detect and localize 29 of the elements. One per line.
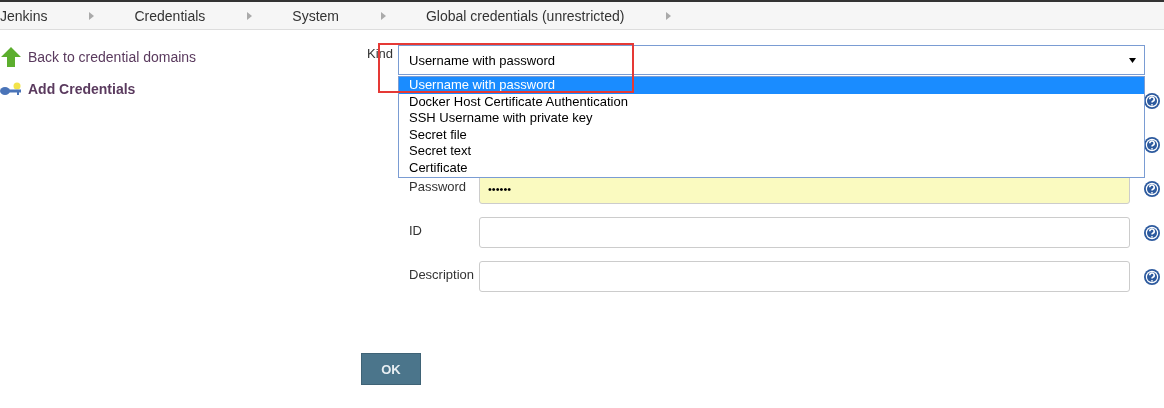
dropdown-option[interactable]: SSH Username with private key bbox=[399, 110, 1144, 127]
help-icon[interactable] bbox=[1143, 180, 1161, 198]
input-field[interactable] bbox=[479, 261, 1130, 292]
breadcrumb-link[interactable]: Jenkins bbox=[0, 7, 48, 24]
kind-dropdown[interactable]: Username with password bbox=[398, 45, 1145, 75]
dropdown-option[interactable]: Secret file bbox=[399, 126, 1144, 144]
ok-button[interactable]: OK bbox=[361, 353, 421, 385]
help-icon[interactable] bbox=[1143, 268, 1161, 286]
sidebar-link[interactable]: Back to credential domains bbox=[28, 49, 197, 65]
field-label: Description bbox=[409, 266, 476, 282]
chevron-icon[interactable] bbox=[247, 11, 253, 20]
dropdown-option[interactable]: Secret text bbox=[399, 143, 1144, 160]
breadcrumb-link[interactable]: Credentials bbox=[134, 7, 206, 24]
input-field[interactable] bbox=[479, 217, 1130, 248]
field-label: Password bbox=[409, 178, 468, 194]
sidebar-link[interactable]: Add Credentials bbox=[28, 81, 136, 97]
field-label: ID bbox=[409, 222, 423, 238]
key-icon[interactable] bbox=[0, 81, 22, 97]
chevron-icon[interactable] bbox=[89, 11, 95, 20]
caret-icon bbox=[1129, 57, 1136, 63]
breadcrumb-link[interactable]: Global credentials (unrestricted) bbox=[426, 7, 625, 24]
chevron-icon[interactable] bbox=[381, 11, 386, 20]
help-icon[interactable] bbox=[1143, 92, 1161, 110]
up-arrow-icon[interactable] bbox=[0, 47, 22, 67]
breadcrumb-link[interactable]: System bbox=[292, 7, 339, 24]
dropdown-option[interactable]: Docker Host Certificate Authentication bbox=[399, 93, 1144, 111]
help-icon[interactable] bbox=[1143, 224, 1161, 242]
chevron-icon[interactable] bbox=[666, 11, 672, 20]
help-icon[interactable] bbox=[1143, 136, 1161, 154]
